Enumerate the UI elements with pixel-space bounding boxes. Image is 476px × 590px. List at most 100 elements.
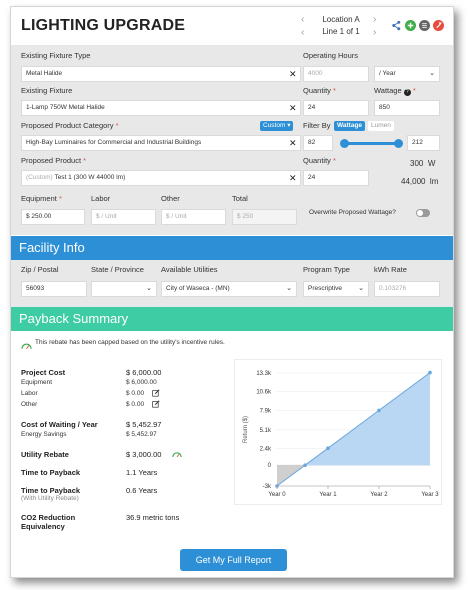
filter-lumen-toggle[interactable]: Lumen [368, 121, 394, 131]
clear-fixture-type-icon[interactable]: ✕ [289, 69, 297, 80]
other-label: Other [161, 194, 180, 203]
program-type-label: Program Type [303, 265, 350, 274]
cost-of-waiting-value: $ 5,452.97 [126, 420, 162, 429]
utility-rebate-label: Utility Rebate [21, 450, 69, 459]
program-value: Prescriptive [308, 285, 342, 292]
existing-wattage-input[interactable]: 850 [374, 100, 440, 116]
payback-with-rebate-value: 0.6 Years [126, 486, 158, 495]
custom-badge[interactable]: Custom ▾ [260, 121, 294, 131]
labor-cost-value: $ 0.00 [126, 390, 145, 397]
category-input[interactable]: High-Bay Luminaires for Commercial and I… [21, 135, 301, 151]
other-cost-label: Other [21, 401, 38, 408]
state-label: State / Province [91, 265, 144, 274]
y-tick-label: 10.6k [256, 390, 272, 396]
wattage-label-text: Wattage [374, 86, 402, 95]
project-cost-label: Project Cost [21, 368, 66, 377]
operating-hours-label: Operating Hours [303, 51, 359, 60]
utilities-label: Available Utilities [161, 265, 218, 274]
proposed-watts: 300 W [410, 159, 435, 168]
header: LIGHTING UPGRADE ‹ ‹ Location A Line 1 o… [11, 7, 453, 45]
equipment-cost-value: $ 6,000.00 [126, 379, 157, 386]
existing-fixture-type-label: Existing Fixture Type [21, 51, 91, 60]
category-label: Proposed Product Category * [21, 121, 119, 130]
labor-label: Labor [91, 194, 111, 203]
utility-select[interactable]: City of Waseca - (MN) ⌄ [161, 281, 297, 297]
co2-label-line-1: CO2 Reduction [21, 513, 76, 522]
payback-with-rebate-sub: (With Utility Rebate) [21, 495, 79, 502]
equipment-cost-label: Equipment [21, 379, 53, 386]
prev-line-icon[interactable]: ‹ [301, 27, 304, 38]
operating-hours-period-select[interactable]: / Year ⌄ [374, 66, 440, 82]
prev-location-icon[interactable]: ‹ [301, 14, 304, 25]
clear-category-icon[interactable]: ✕ [289, 138, 297, 149]
edit-other-icon[interactable] [152, 400, 160, 408]
existing-fixture-input[interactable]: 1-Lamp 750W Metal Halide [21, 100, 301, 116]
labor-cost-label: Labor [21, 390, 38, 397]
product-prefix: (Custom) [26, 174, 53, 181]
data-point [428, 370, 432, 375]
proposed-product-input[interactable]: (Custom) Test 1 (300 W 44000 lm) [21, 170, 301, 186]
other-input[interactable]: $ / Unit [161, 209, 226, 225]
program-type-select[interactable]: Prescriptive ⌄ [303, 281, 369, 297]
energy-savings-label: Energy Savings [21, 431, 67, 438]
existing-quantity-input[interactable]: 24 [303, 100, 369, 116]
energy-savings-value: $ 5,452.97 [126, 431, 157, 438]
chevron-down-icon: ⌄ [358, 285, 364, 292]
location-switcher: ‹ ‹ Location A Line 1 of 1 › › [301, 13, 381, 43]
equipment-label: Equipment * [21, 194, 62, 203]
list-icon[interactable] [419, 20, 430, 31]
overwrite-wattage-toggle[interactable] [416, 209, 430, 217]
labor-input[interactable]: $ / Unit [91, 209, 156, 225]
clear-product-icon[interactable]: ✕ [289, 173, 297, 184]
quantity-label-text: Quantity [303, 86, 331, 95]
share-icon[interactable] [391, 20, 402, 31]
facility-info-header: Facility Info [11, 236, 453, 260]
payback-with-rebate-label: Time to Payback [21, 486, 81, 495]
clear-existing-fixture-icon[interactable]: ✕ [289, 103, 297, 114]
operating-hours-input[interactable]: 4000 [303, 66, 369, 82]
return-chart: 13.3k 10.6k 7.9k 5.1k 2.4k 0 -3k Year 0 Year 1 Ye… [234, 359, 442, 505]
proposed-quantity-input[interactable]: 24 [303, 170, 369, 186]
get-full-report-button[interactable]: Get My Full Report [180, 549, 287, 571]
existing-quantity-label: Quantity * [303, 86, 336, 95]
facility-fields: Zip / Postal 56093 State / Province ⌄ Av… [11, 260, 453, 307]
lighting-upgrade-card: LIGHTING UPGRADE ‹ ‹ Location A Line 1 o… [10, 6, 454, 578]
quantity-label-text-2: Quantity [303, 156, 331, 165]
filter-max-handle[interactable] [394, 139, 403, 148]
time-to-payback-value: 1.1 Years [126, 468, 158, 477]
filter-min-input[interactable]: 82 [303, 135, 333, 151]
data-point [326, 446, 330, 450]
existing-wattage-label: Wattage ? * [374, 86, 416, 96]
add-icon[interactable] [405, 20, 416, 31]
overwrite-wattage-label: Overwrite Proposed Wattage? [309, 209, 396, 216]
category-label-text: Proposed Product Category [21, 121, 114, 130]
lumens-unit: lm [429, 177, 439, 186]
zip-label: Zip / Postal [21, 265, 59, 274]
x-tick-label: Year 3 [421, 492, 439, 498]
edit-labor-icon[interactable] [152, 389, 160, 397]
zip-input[interactable]: 56093 [21, 281, 87, 297]
equipment-input[interactable]: $ 250.00 [21, 209, 85, 225]
watts-unit: W [427, 159, 436, 168]
existing-fixture-type-input[interactable]: Metal Halide [21, 66, 301, 82]
location-name: Location A [322, 15, 360, 24]
proposed-quantity-label: Quantity * [303, 156, 336, 165]
page-title: LIGHTING UPGRADE [21, 17, 186, 34]
state-select[interactable]: ⌄ [91, 281, 157, 297]
filter-max-input[interactable]: 212 [407, 135, 440, 151]
filter-by-label: Filter By [303, 121, 331, 130]
filter-min-handle[interactable] [340, 139, 349, 148]
filter-wattage-toggle[interactable]: Wattage [334, 121, 366, 131]
help-icon[interactable]: ? [403, 89, 411, 96]
x-tick-label: Year 0 [268, 492, 286, 498]
y-tick-label: 0 [268, 463, 272, 469]
y-tick-label: -3k [263, 484, 272, 490]
filter-range-track [341, 142, 399, 145]
payback-summary: This rebate has been capped based on the… [11, 332, 453, 577]
kwh-rate-input[interactable]: 0.103276 [374, 281, 440, 297]
settings-icon[interactable] [433, 20, 444, 31]
next-location-icon[interactable]: › [373, 14, 376, 25]
co2-label-line-2: Equivalency [21, 522, 65, 531]
y-axis-label: Return ($) [243, 416, 249, 443]
next-line-icon[interactable]: › [373, 27, 376, 38]
